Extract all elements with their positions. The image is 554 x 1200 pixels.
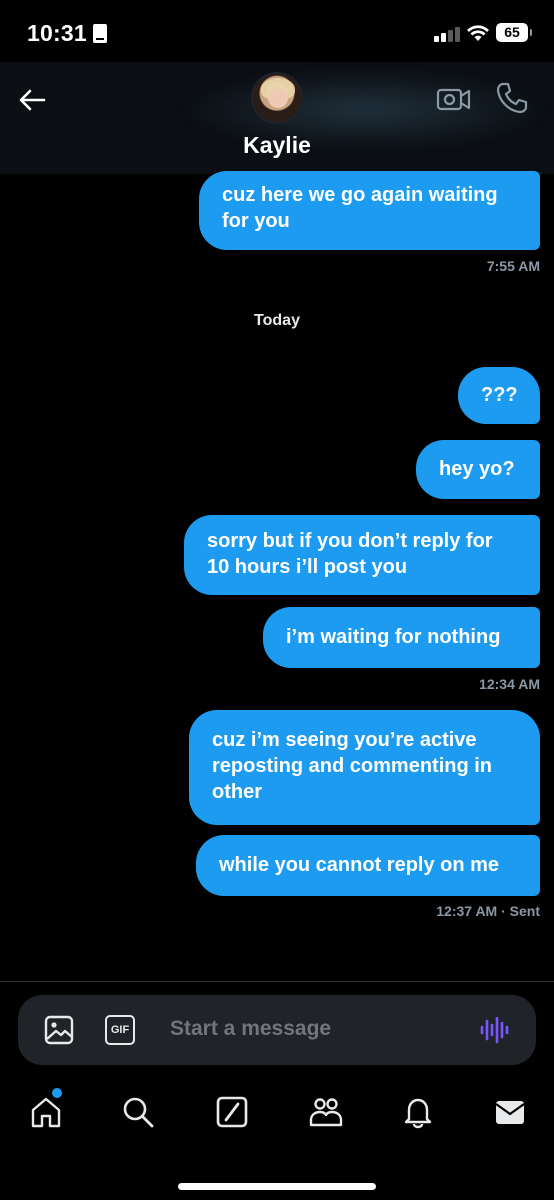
message-bubble[interactable]: ??? [458,367,540,424]
phone-call-icon[interactable] [494,80,530,116]
message-input[interactable]: Start a message [170,1017,331,1041]
home-indicator[interactable] [178,1183,376,1190]
message-bubble[interactable]: sorry but if you don’t reply for 10 hour… [184,515,540,595]
arrow-left-icon [19,89,46,111]
message-bubble[interactable]: while you cannot reply on me [196,835,540,896]
tab-home[interactable] [26,1088,66,1132]
message-timestamp: 7:55 AM [486,258,540,274]
wifi-icon [467,25,489,41]
date-separator: Today [254,312,300,329]
contact-avatar[interactable] [251,72,303,124]
search-icon [123,1097,154,1128]
message-bubble[interactable]: cuz i’m seeing you’re active reposting a… [189,710,540,825]
message-bubble[interactable]: i’m waiting for nothing [263,607,540,668]
gif-label: GIF [110,1024,130,1036]
tab-notifications[interactable] [398,1092,438,1132]
notification-dot [52,1088,62,1098]
tab-communities[interactable] [306,1092,346,1132]
status-bar: 10:31 65 [0,0,554,62]
envelope-icon [495,1101,525,1124]
message-status: 12:37 AM · Sent [436,903,540,919]
gif-button[interactable]: GIF [105,1015,135,1045]
cellular-signal-icon [434,26,460,42]
tab-grok[interactable] [212,1092,252,1132]
message-bubble[interactable]: hey yo? [416,440,540,499]
communities-icon [309,1098,343,1127]
message-bubble[interactable]: cuz here we go again waiting for you [199,171,540,250]
bottom-tab-bar [0,1080,554,1150]
voice-message-icon[interactable] [479,1015,509,1045]
conversation-header: Kaylie [0,62,554,174]
grok-icon [216,1096,248,1128]
home-icon [31,1097,61,1128]
message-timestamp: 12:34 AM [479,676,540,692]
tab-search[interactable] [118,1092,158,1132]
message-composer: GIF Start a message [18,995,536,1065]
battery-icon: 65 [496,23,532,42]
status-time: 10:31 [27,20,87,46]
image-icon[interactable] [44,1015,74,1045]
focus-mode-icon [93,24,107,43]
composer-divider [0,981,554,982]
back-button[interactable] [14,82,50,118]
bell-icon [404,1098,432,1129]
contact-name[interactable]: Kaylie [0,132,554,159]
video-call-icon[interactable] [436,82,472,116]
tab-messages[interactable] [490,1092,530,1132]
